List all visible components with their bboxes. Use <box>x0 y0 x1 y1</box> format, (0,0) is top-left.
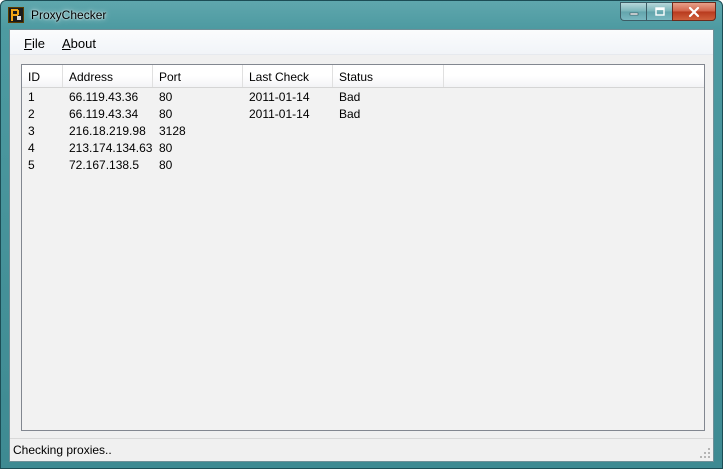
minimize-icon <box>629 12 638 15</box>
title-bar[interactable]: ProxyChecker <box>1 1 722 29</box>
maximize-icon <box>654 6 665 16</box>
column-header-id[interactable]: ID <box>22 65 63 87</box>
table-row[interactable]: 5 72.167.138.5 80 <box>22 157 704 174</box>
cell-port: 80 <box>159 141 173 155</box>
minimize-button[interactable] <box>620 2 646 21</box>
resize-grip-icon[interactable] <box>699 447 711 459</box>
column-header-address[interactable]: Address <box>63 65 153 87</box>
status-text: Checking proxies.. <box>13 443 112 457</box>
cell-address: 213.174.134.63 <box>69 141 153 155</box>
cell-status <box>333 123 339 140</box>
menu-file[interactable]: File <box>24 36 45 51</box>
status-bar: Checking proxies.. <box>10 438 713 461</box>
close-button[interactable] <box>672 2 716 21</box>
menu-about-accelerator: A <box>62 36 71 51</box>
cell-status: Bad <box>339 90 361 104</box>
maximize-button[interactable] <box>646 2 672 21</box>
cell-address: 216.18.219.98 <box>69 124 146 138</box>
cell-port: 3128 <box>159 124 186 138</box>
cell-id: 3 <box>28 124 35 138</box>
cell-id: 2 <box>28 107 35 121</box>
menu-about[interactable]: About <box>62 36 96 51</box>
cell-id: 1 <box>28 90 35 104</box>
cell-id: 4 <box>28 141 35 155</box>
column-header-last-check[interactable]: Last Check <box>243 65 333 87</box>
menu-about-label: bout <box>70 36 96 51</box>
cell-last-check <box>243 140 249 157</box>
app-window: ProxyChecker File About ID Address Port … <box>0 0 723 469</box>
cell-address: 72.167.138.5 <box>69 158 140 172</box>
cell-last-check <box>243 157 249 174</box>
menu-file-accelerator: F <box>24 36 32 51</box>
table-row[interactable]: 2 66.119.43.34 80 2011-01-14 Bad <box>22 106 704 123</box>
caption-buttons <box>620 2 716 21</box>
cell-last-check <box>243 123 249 140</box>
cell-status <box>333 140 339 157</box>
menu-bar: File About <box>10 30 713 55</box>
app-icon[interactable] <box>8 7 24 23</box>
cell-last-check: 2011-01-14 <box>249 107 310 121</box>
close-icon <box>688 6 700 17</box>
table-row[interactable]: 1 66.119.43.36 80 2011-01-14 Bad <box>22 89 704 106</box>
cell-status: Bad <box>339 107 361 121</box>
column-header-filler <box>444 65 706 87</box>
column-header-status[interactable]: Status <box>333 65 444 87</box>
cell-address: 66.119.43.36 <box>69 90 139 104</box>
table-row[interactable]: 4 213.174.134.63 80 <box>22 140 704 157</box>
cell-id: 5 <box>28 158 35 172</box>
cell-address: 66.119.43.34 <box>69 107 139 121</box>
cell-port: 80 <box>159 158 173 172</box>
cell-port: 80 <box>159 90 173 104</box>
table-row[interactable]: 3 216.18.219.98 3128 <box>22 123 704 140</box>
list-rows: 1 66.119.43.36 80 2011-01-14 Bad 2 66.11… <box>22 89 704 174</box>
column-header-port[interactable]: Port <box>153 65 243 87</box>
cell-status <box>333 157 339 174</box>
proxy-list[interactable]: ID Address Port Last Check Status 1 66.1… <box>21 64 705 431</box>
window-title: ProxyChecker <box>31 8 107 22</box>
client-area: File About ID Address Port Last Check St… <box>9 29 714 462</box>
cell-port: 80 <box>159 107 173 121</box>
menu-file-label: ile <box>31 36 45 51</box>
list-header: ID Address Port Last Check Status <box>22 65 704 88</box>
cell-last-check: 2011-01-14 <box>249 90 310 104</box>
